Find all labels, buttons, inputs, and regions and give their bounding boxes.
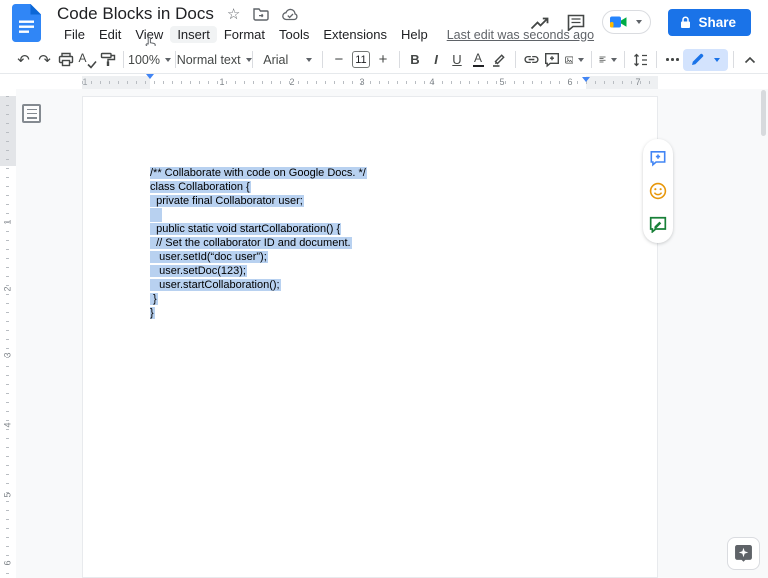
code-line[interactable]: } [150, 306, 367, 320]
code-line[interactable]: private final Collaborator user; [150, 194, 367, 208]
print-button[interactable] [55, 49, 76, 71]
emoji-reaction-icon[interactable] [648, 181, 668, 201]
ruler-number: 2 [289, 77, 294, 87]
title-area: Code Blocks in Docs ☆ File Edi [57, 3, 594, 43]
zoom-select[interactable]: 100% [129, 49, 170, 71]
italic-button[interactable]: I [426, 49, 447, 71]
code-line[interactable]: user.startCollaboration(); [150, 278, 367, 292]
ruler-number: 1 [219, 77, 224, 87]
meet-dropdown-caret[interactable] [636, 20, 642, 24]
ruler-number: 3 [3, 349, 13, 362]
ruler-number: 1 [3, 216, 13, 229]
decrease-font-size-button[interactable]: − [328, 49, 349, 71]
hide-menus-button[interactable] [739, 49, 760, 71]
paint-format-button[interactable] [97, 49, 118, 71]
ruler-number: 4 [3, 419, 13, 432]
code-line[interactable] [150, 208, 367, 222]
bold-button[interactable]: B [405, 49, 426, 71]
add-comment-button[interactable] [542, 49, 563, 71]
document-stats-icon[interactable] [530, 15, 550, 30]
ruler-horizontal[interactable]: 1 1 2 3 4 5 6 7 [82, 76, 658, 89]
menu-insert[interactable]: Insert [170, 26, 217, 43]
ruler-number: 3 [359, 77, 364, 87]
more-options-button[interactable] [662, 49, 683, 71]
share-button[interactable]: Share [668, 9, 751, 36]
code-line[interactable]: public static void startCollaboration() … [150, 222, 367, 236]
document-canvas: 1 2 3 4 5 6 /** Collaborate with code on Goog… [0, 89, 768, 578]
document-title[interactable]: Code Blocks in Docs [57, 4, 214, 24]
menu-format[interactable]: Format [217, 26, 272, 43]
code-line[interactable]: } [150, 292, 367, 306]
highlight-color-button[interactable] [489, 49, 510, 71]
spellcheck-button[interactable]: A [76, 49, 97, 71]
star-icon[interactable]: ☆ [227, 7, 240, 22]
ruler-v-ticks [6, 96, 9, 578]
font-select[interactable]: Arial [258, 49, 317, 71]
code-line[interactable]: /** Collaborate with code on Google Docs… [150, 166, 367, 180]
code-line[interactable]: user.setId(“doc user”); [150, 250, 367, 264]
add-comment-margin-icon[interactable] [648, 148, 668, 168]
top-bar: Code Blocks in Docs ☆ File Edi [0, 0, 768, 46]
code-line[interactable]: user.setDoc(123); [150, 264, 367, 278]
insert-image-button[interactable] [563, 49, 586, 71]
ruler-number: 5 [3, 489, 13, 502]
ruler-number: 7 [635, 77, 640, 87]
move-folder-icon[interactable] [253, 7, 269, 21]
lock-icon [680, 16, 691, 29]
ruler-vertical[interactable]: 1 2 3 4 5 6 [0, 89, 16, 578]
undo-button[interactable]: ↶ [13, 49, 34, 71]
google-docs-window: Code Blocks in Docs ☆ File Edi [0, 0, 768, 578]
text-color-button[interactable]: A [468, 49, 489, 71]
explore-icon [734, 544, 753, 563]
code-line[interactable]: // Set the collaborator ID and document. [150, 236, 367, 250]
ruler-number: 4 [429, 77, 434, 87]
ruler-number: 5 [499, 77, 504, 87]
line-spacing-button[interactable] [630, 49, 651, 71]
top-bar-actions: Share [530, 7, 751, 37]
show-outline-button[interactable] [22, 104, 41, 123]
document-page[interactable]: /** Collaborate with code on Google Docs… [82, 96, 658, 578]
redo-button[interactable]: ↷ [34, 49, 55, 71]
code-line[interactable]: class Collaboration { [150, 180, 367, 194]
share-label: Share [698, 15, 736, 30]
paragraph-style-select[interactable]: Normal text [181, 49, 247, 71]
docs-logo-icon[interactable] [12, 4, 41, 47]
menu-edit[interactable]: Edit [92, 26, 128, 43]
ruler-number: 2 [3, 283, 13, 296]
toolbar: ↶ ↷ A 100% [0, 46, 768, 74]
document-saved-cloud-icon[interactable] [282, 8, 299, 21]
menu-tools[interactable]: Tools [272, 26, 316, 43]
open-comments-icon[interactable] [567, 14, 585, 31]
ruler-number: 6 [567, 77, 572, 87]
margin-action-pill [643, 139, 673, 243]
pencil-icon [691, 53, 704, 66]
menu-help[interactable]: Help [394, 26, 435, 43]
font-size-input[interactable]: 11 [352, 51, 369, 68]
underline-button[interactable]: U [447, 49, 468, 71]
menu-extensions[interactable]: Extensions [316, 26, 394, 43]
suggest-edits-icon[interactable] [648, 214, 668, 234]
ruler-number: 6 [3, 557, 13, 570]
editing-mode-button[interactable] [683, 49, 728, 71]
join-meet-button[interactable] [602, 10, 651, 34]
menu-file[interactable]: File [57, 26, 92, 43]
increase-font-size-button[interactable]: + [373, 49, 394, 71]
insert-link-button[interactable] [521, 49, 542, 71]
meet-camera-icon [610, 16, 627, 28]
explore-button[interactable] [727, 537, 760, 570]
code-block: /** Collaborate with code on Google Docs… [150, 166, 367, 320]
menu-bar: File Edit View Insert Format Tools Exten… [57, 26, 594, 43]
scrollbar-thumb[interactable] [761, 90, 766, 136]
ruler-number: 1 [82, 77, 87, 87]
align-button[interactable] [597, 49, 619, 71]
